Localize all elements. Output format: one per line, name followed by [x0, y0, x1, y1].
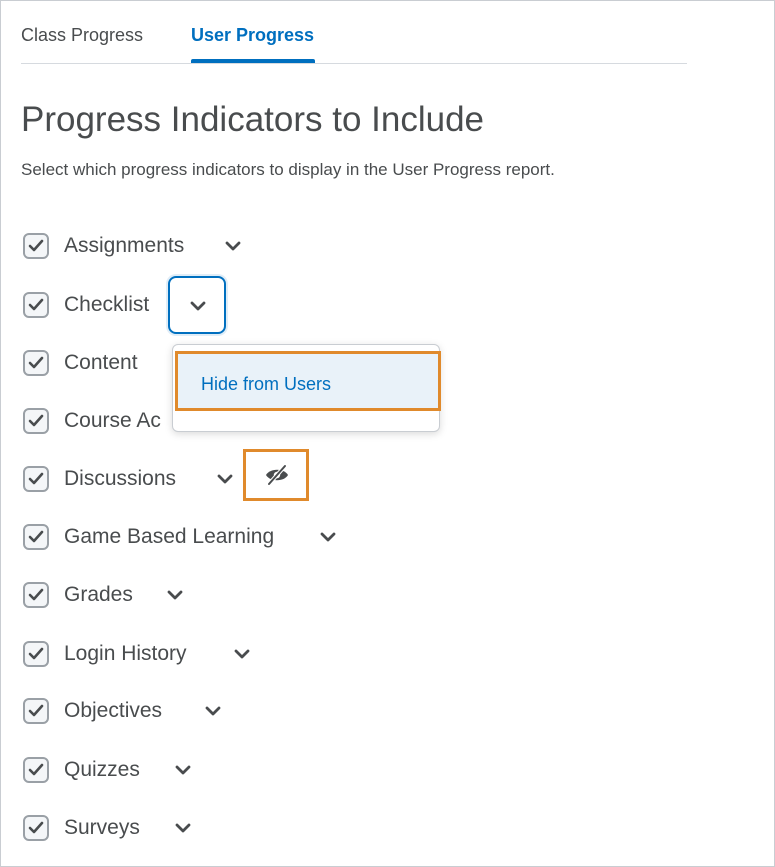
- checkmark-icon: [28, 414, 44, 427]
- objectives-checkbox[interactable]: [23, 698, 49, 724]
- login-history-dropdown-button[interactable]: [229, 642, 255, 666]
- discussions-dropdown-button[interactable]: [212, 467, 238, 491]
- checkmark-icon: [28, 588, 44, 601]
- checkmark-icon: [28, 821, 44, 834]
- indicator-label: Quizzes: [64, 758, 140, 781]
- surveys-dropdown-button[interactable]: [170, 816, 196, 840]
- chevron-down-icon: [205, 706, 221, 716]
- checklist-dropdown-button[interactable]: [168, 276, 226, 334]
- hidden-from-users-indicator: [243, 449, 309, 501]
- checklist-dropdown-menu: Hide from Users: [172, 344, 441, 432]
- page-title: Progress Indicators to Include: [21, 100, 485, 139]
- grades-dropdown-button[interactable]: [162, 583, 188, 607]
- content-checkbox[interactable]: [23, 350, 49, 376]
- chevron-down-icon: [225, 241, 241, 251]
- checkmark-icon: [28, 356, 44, 369]
- menu-item-label: Hide from Users: [201, 374, 332, 394]
- eye-slash-icon: [266, 464, 288, 486]
- indicator-label: Login History: [64, 642, 187, 665]
- indicator-game-based-learning: Game Based Learning: [23, 517, 723, 557]
- tab-class-progress[interactable]: Class Progress: [21, 25, 143, 45]
- active-tab-indicator: [191, 59, 315, 63]
- chevron-down-icon: [320, 532, 336, 542]
- tab-user-progress[interactable]: User Progress: [191, 25, 314, 45]
- indicator-quizzes: Quizzes: [23, 750, 723, 790]
- login-history-checkbox[interactable]: [23, 641, 49, 667]
- indicator-grades: Grades: [23, 575, 723, 615]
- indicator-label: Objectives: [64, 699, 163, 722]
- tab-bar: Class Progress User Progress: [21, 17, 687, 64]
- assignments-checkbox[interactable]: [23, 233, 49, 259]
- checkmark-icon: [28, 763, 44, 776]
- chevron-down-icon: [175, 765, 191, 775]
- surveys-checkbox[interactable]: [23, 815, 49, 841]
- checkmark-icon: [28, 704, 44, 717]
- chevron-down-icon: [234, 649, 250, 659]
- grades-checkbox[interactable]: [23, 582, 49, 608]
- quizzes-dropdown-button[interactable]: [170, 758, 196, 782]
- indicator-label: Course Ac: [64, 409, 161, 432]
- chevron-down-icon: [167, 590, 183, 600]
- checkmark-icon: [28, 239, 44, 252]
- indicator-objectives: Objectives: [23, 691, 723, 731]
- indicator-discussions: Discussions: [23, 449, 723, 501]
- indicator-label: Content: [64, 351, 138, 374]
- checklist-checkbox[interactable]: [23, 292, 49, 318]
- indicator-label: Grades: [64, 583, 133, 606]
- chevron-down-icon: [175, 823, 191, 833]
- progress-settings-panel: Class Progress User Progress Progress In…: [0, 0, 775, 867]
- discussions-checkbox[interactable]: [23, 466, 49, 492]
- chevron-down-icon: [217, 474, 233, 484]
- checkmark-icon: [28, 647, 44, 660]
- page-description: Select which progress indicators to disp…: [21, 160, 555, 179]
- indicator-surveys: Surveys: [23, 808, 723, 848]
- assignments-dropdown-button[interactable]: [220, 234, 246, 258]
- indicator-login-history: Login History: [23, 634, 723, 674]
- quizzes-checkbox[interactable]: [23, 757, 49, 783]
- course-access-checkbox[interactable]: [23, 408, 49, 434]
- chevron-down-icon: [190, 301, 206, 311]
- indicator-label: Checklist: [64, 293, 150, 316]
- checkmark-icon: [28, 298, 44, 311]
- indicator-assignments: Assignments: [23, 226, 723, 266]
- indicator-checklist: Checklist: [23, 276, 723, 334]
- objectives-dropdown-button[interactable]: [200, 699, 226, 723]
- indicator-label: Surveys: [64, 816, 140, 839]
- hide-from-users-menu-item[interactable]: Hide from Users: [175, 351, 441, 411]
- indicator-label: Assignments: [64, 234, 185, 257]
- checkmark-icon: [28, 472, 44, 485]
- indicator-label: Game Based Learning: [64, 525, 275, 548]
- checkmark-icon: [28, 530, 44, 543]
- game-based-learning-dropdown-button[interactable]: [315, 525, 341, 549]
- game-based-learning-checkbox[interactable]: [23, 524, 49, 550]
- indicator-label: Discussions: [64, 467, 177, 490]
